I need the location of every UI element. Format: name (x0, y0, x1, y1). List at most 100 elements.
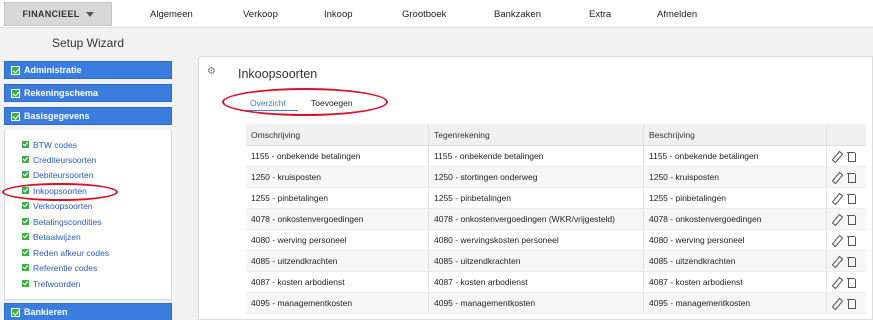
check-icon (11, 88, 20, 98)
row-actions (827, 209, 866, 229)
table-row[interactable]: 4095 - managementkosten 4095 - managemen… (246, 293, 866, 314)
tab-overzicht[interactable]: Overzicht (250, 98, 286, 108)
table-row[interactable]: 4085 - uitzendkrachten 4085 - uitzendkra… (246, 251, 866, 272)
cell-tegenrekening: 4078 - onkostenvergoedingen (WKR/vrijges… (429, 209, 644, 229)
check-icon (22, 187, 29, 194)
sidebar-item-label: Betaalwijzen (33, 231, 81, 242)
section-administratie[interactable]: Administratie (4, 61, 172, 79)
check-icon (22, 280, 29, 287)
trash-icon[interactable] (847, 214, 857, 225)
cell-tegenrekening: 1255 - pinbetalingen (429, 188, 644, 208)
financieel-label: FINANCIEEL (22, 9, 80, 19)
cell-beschrijving: 4078 - onkostenvergoedingen (644, 209, 827, 229)
check-icon (22, 202, 29, 209)
table-row[interactable]: 4080 - werving personeel 4080 - wervings… (246, 230, 866, 251)
nav-inkoop[interactable]: Inkoop (324, 0, 353, 28)
nav-extra[interactable]: Extra (589, 0, 611, 28)
row-actions (827, 293, 866, 313)
edit-icon[interactable] (831, 172, 841, 183)
table-row[interactable]: 4078 - onkostenvergoedingen 4078 - onkos… (246, 209, 866, 230)
column-header-omschrijving[interactable]: Omschrijving (246, 124, 429, 145)
column-header-tegenrekening[interactable]: Tegenrekening (429, 124, 644, 145)
nav-grootboek[interactable]: Grootboek (402, 0, 446, 28)
top-bar: FINANCIEEL Algemeen Verkoop Inkoop Groot… (0, 0, 873, 28)
cell-beschrijving: 4095 - managementkosten (644, 293, 827, 313)
cell-beschrijving: 4080 - werving personeel (644, 230, 827, 250)
inkoopsoorten-table: Omschrijving Tegenrekening Beschrijving … (246, 124, 866, 314)
nav-bankzaken[interactable]: Bankzaken (494, 0, 541, 28)
trash-icon[interactable] (847, 235, 857, 246)
sidebar-item-label: Crediteursoorten (33, 154, 97, 165)
cell-tegenrekening: 4087 - kosten arbodienst (429, 272, 644, 292)
cell-tegenrekening: 1155 - onbekende betalingen (429, 146, 644, 166)
row-actions (827, 146, 866, 166)
row-actions (827, 188, 866, 208)
cell-omschrijving: 4078 - onkostenvergoedingen (246, 209, 429, 229)
trash-icon[interactable] (847, 151, 857, 162)
sidebar-item-reden-afkeur-codes[interactable]: Reden afkeur codes (22, 246, 109, 259)
column-header-beschrijving[interactable]: Beschrijving (644, 124, 827, 145)
section-bankieren[interactable]: Bankieren (4, 303, 172, 320)
sidebar-item-label: Trefwoorden (33, 278, 81, 289)
check-icon (22, 264, 29, 271)
sidebar-item-betalingscondities[interactable]: Betalingscondities (22, 215, 102, 228)
check-icon (22, 218, 29, 225)
section-rekeningschema[interactable]: Rekeningschema (4, 84, 172, 102)
nav-verkoop[interactable]: Verkoop (243, 0, 278, 28)
nav-afmelden[interactable]: Afmelden (657, 0, 697, 28)
edit-icon[interactable] (831, 151, 841, 162)
cell-omschrijving: 1155 - onbekende betalingen (246, 146, 429, 166)
section-label: Bankieren (24, 307, 68, 317)
sidebar-item-label: Inkoopsoorten (33, 185, 87, 196)
trash-icon[interactable] (847, 172, 857, 183)
table-row[interactable]: 1255 - pinbetalingen 1255 - pinbetalinge… (246, 188, 866, 209)
check-icon (22, 171, 29, 178)
cell-beschrijving: 4087 - kosten arbodienst (644, 272, 827, 292)
sidebar-item-label: Debiteursoorten (33, 169, 94, 180)
sidebar-item-label: Referentie codes (33, 262, 98, 273)
table-row[interactable]: 1250 - kruisposten 1250 - stortingen ond… (246, 167, 866, 188)
cell-tegenrekening: 4085 - uitzendkrachten (429, 251, 644, 271)
row-actions (827, 272, 866, 292)
cell-omschrijving: 1250 - kruisposten (246, 167, 429, 187)
cell-omschrijving: 4085 - uitzendkrachten (246, 251, 429, 271)
edit-icon[interactable] (831, 235, 841, 246)
gear-icon[interactable]: ⚙ (207, 66, 216, 77)
trash-icon[interactable] (847, 256, 857, 267)
table-row[interactable]: 4087 - kosten arbodienst 4087 - kosten a… (246, 272, 866, 293)
table-header: Omschrijving Tegenrekening Beschrijving (246, 124, 866, 146)
tab-toevoegen[interactable]: Toevoegen (311, 98, 353, 108)
trash-icon[interactable] (847, 277, 857, 288)
sidebar-item-referentie-codes[interactable]: Referentie codes (22, 261, 97, 274)
sidebar-item-btw-codes[interactable]: BTW codes (22, 138, 77, 151)
sidebar-item-trefwoorden[interactable]: Trefwoorden (22, 277, 80, 290)
sidebar-item-crediteursoorten[interactable]: Crediteursoorten (22, 153, 96, 166)
sidebar-item-label: Verkoopsoorten (33, 200, 93, 211)
sidebar-item-verkoopsoorten[interactable]: Verkoopsoorten (22, 199, 93, 212)
check-icon (11, 65, 20, 75)
sidebar-item-betaalwijzen[interactable]: Betaalwijzen (22, 230, 81, 243)
trash-icon[interactable] (847, 298, 857, 309)
nav-algemeen[interactable]: Algemeen (150, 0, 193, 28)
section-label: Rekeningschema (24, 88, 99, 98)
cell-beschrijving: 1250 - kruisposten (644, 167, 827, 187)
financieel-menu-button[interactable]: FINANCIEEL (4, 2, 112, 26)
edit-icon[interactable] (831, 214, 841, 225)
cell-tegenrekening: 4095 - managementkosten (429, 293, 644, 313)
edit-icon[interactable] (831, 256, 841, 267)
cell-beschrijving: 1255 - pinbetalingen (644, 188, 827, 208)
row-actions (827, 230, 866, 250)
cell-tegenrekening: 1250 - stortingen onderweg (429, 167, 644, 187)
check-icon (22, 233, 29, 240)
edit-icon[interactable] (831, 277, 841, 288)
trash-icon[interactable] (847, 193, 857, 204)
cell-omschrijving: 4095 - managementkosten (246, 293, 429, 313)
table-row[interactable]: 1155 - onbekende betalingen 1155 - onbek… (246, 146, 866, 167)
sidebar-item-label: Betalingscondities (33, 216, 102, 227)
section-basisgegevens[interactable]: Basisgegevens (4, 107, 172, 125)
edit-icon[interactable] (831, 193, 841, 204)
sidebar-item-inkoopsoorten[interactable]: Inkoopsoorten (22, 184, 87, 197)
sidebar-item-debiteursoorten[interactable]: Debiteursoorten (22, 168, 93, 181)
edit-icon[interactable] (831, 298, 841, 309)
check-icon (11, 111, 20, 121)
